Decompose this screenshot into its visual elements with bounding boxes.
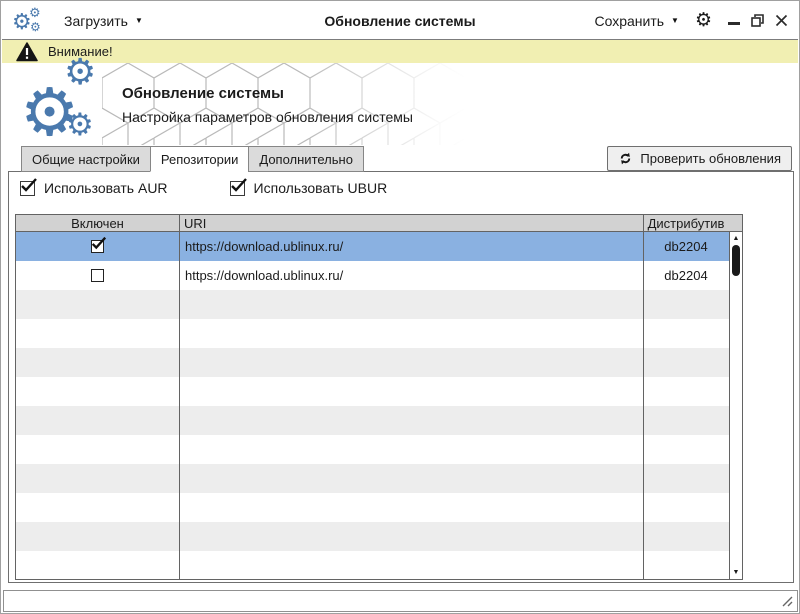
scrollbar-thumb[interactable] xyxy=(732,245,740,276)
table-row-empty xyxy=(16,522,742,551)
title-bar: Обновление системы ⚙⚙⚙ Загрузить ▼ Сохра… xyxy=(2,2,798,39)
tab-bar: Общие настройки Репозитории Дополнительн… xyxy=(21,146,363,172)
hero-header: ⚙⚙⚙ Обновление системы Настройка парамет… xyxy=(2,63,798,146)
chevron-down-icon: ▼ xyxy=(135,16,143,25)
app-window: Обновление системы ⚙⚙⚙ Загрузить ▼ Сохра… xyxy=(0,0,800,614)
chevron-down-icon: ▼ xyxy=(671,16,679,25)
check-updates-button[interactable]: Проверить обновления xyxy=(607,146,792,171)
resize-grip[interactable] xyxy=(780,595,794,609)
column-header-enabled: Включен xyxy=(16,216,179,231)
hero-gears-icon: ⚙⚙⚙ xyxy=(18,59,118,145)
tab-general[interactable]: Общие настройки xyxy=(21,146,151,172)
load-menu-label: Загрузить xyxy=(64,13,128,29)
close-button[interactable] xyxy=(775,14,788,27)
hexagon-fade xyxy=(102,63,466,145)
use-ubur-checkbox[interactable] xyxy=(230,181,245,196)
table-row[interactable]: https://download.ublinux.ru/ db2204 xyxy=(16,261,742,290)
use-ubur-label: Использовать UBUR xyxy=(254,180,388,196)
table-row-empty xyxy=(16,377,742,406)
warning-banner: Внимание! xyxy=(2,39,798,63)
table-scrollbar[interactable]: ▲ ▼ xyxy=(729,232,742,579)
check-icon xyxy=(229,176,248,195)
use-aur-label: Использовать AUR xyxy=(44,180,168,196)
table-row-empty xyxy=(16,406,742,435)
table-row-empty xyxy=(16,551,742,580)
tab-repositories[interactable]: Репозитории xyxy=(150,146,249,172)
page-title: Обновление системы xyxy=(122,85,284,102)
row-distro: db2204 xyxy=(643,268,729,283)
table-header: Включен URI Дистрибутив xyxy=(16,215,742,232)
row-uri: https://download.ublinux.ru/ xyxy=(179,239,643,254)
row-enabled-checkbox[interactable] xyxy=(91,269,104,282)
table-row-selected[interactable]: https://download.ublinux.ru/ db2204 xyxy=(16,232,742,261)
status-bar xyxy=(3,590,798,612)
maximize-restore-button[interactable] xyxy=(751,14,764,27)
use-ubur-option[interactable]: Использовать UBUR xyxy=(230,180,388,196)
column-header-uri: URI xyxy=(179,216,643,231)
save-menu-label: Сохранить xyxy=(594,13,664,29)
scroll-down-icon[interactable]: ▼ xyxy=(730,569,742,576)
check-updates-label: Проверить обновления xyxy=(640,151,781,166)
load-menu-button[interactable]: Загрузить ▼ xyxy=(64,13,143,29)
column-separator xyxy=(643,215,644,579)
repositories-panel: Использовать AUR Использовать UBUR Включ… xyxy=(8,171,794,583)
table-row-empty xyxy=(16,319,742,348)
check-icon xyxy=(90,235,107,252)
row-enabled-checkbox[interactable] xyxy=(91,240,104,253)
table-row-empty xyxy=(16,435,742,464)
column-header-distro: Дистрибутив xyxy=(643,216,729,231)
row-distro: db2204 xyxy=(643,239,729,254)
column-separator xyxy=(179,215,180,579)
table-row-empty xyxy=(16,290,742,319)
app-gears-icon: ⚙⚙⚙ xyxy=(12,6,46,36)
table-row-empty xyxy=(16,493,742,522)
tab-additional[interactable]: Дополнительно xyxy=(248,146,364,172)
repositories-table: Включен URI Дистрибутив https://download… xyxy=(15,214,743,580)
settings-gear-icon[interactable]: ⚙ xyxy=(695,11,712,30)
minimize-button[interactable] xyxy=(728,22,740,25)
use-aur-option[interactable]: Использовать AUR xyxy=(20,180,168,196)
use-aur-checkbox[interactable] xyxy=(20,181,35,196)
refresh-icon xyxy=(618,151,633,166)
table-row-empty xyxy=(16,348,742,377)
page-subtitle: Настройка параметров обновления системы xyxy=(122,109,413,125)
save-menu-button[interactable]: Сохранить ▼ xyxy=(594,13,679,29)
check-icon xyxy=(19,176,38,195)
row-uri: https://download.ublinux.ru/ xyxy=(179,268,643,283)
table-row-empty xyxy=(16,464,742,493)
scroll-up-icon[interactable]: ▲ xyxy=(730,235,742,242)
